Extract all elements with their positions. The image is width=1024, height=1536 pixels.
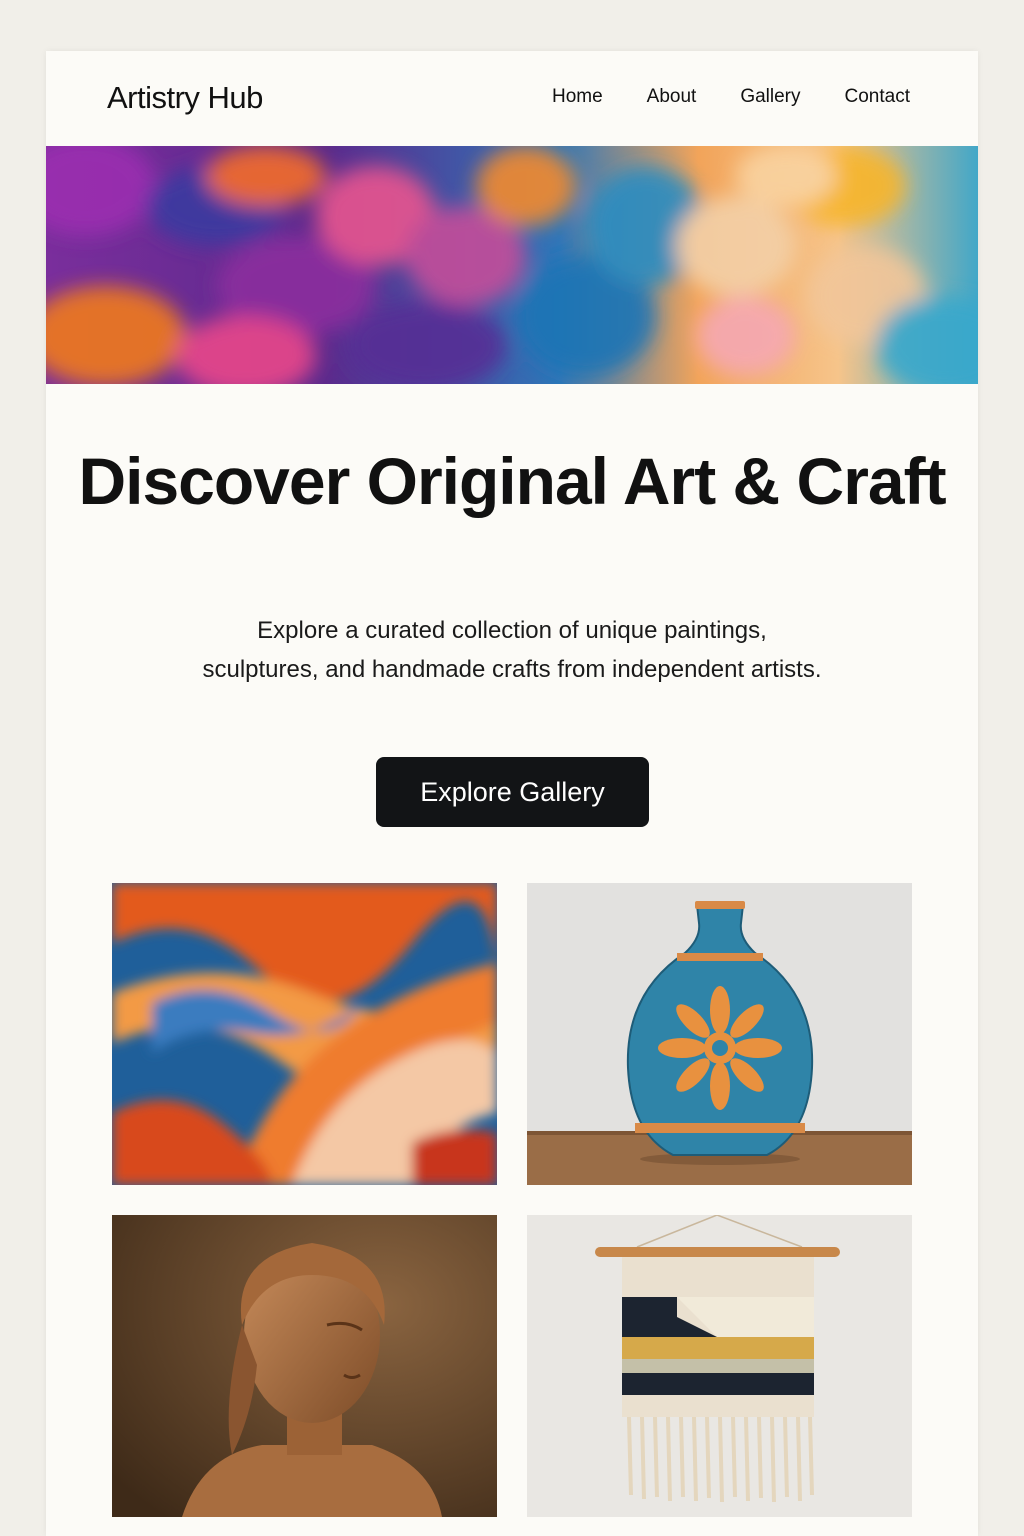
- sculpture-bust-image[interactable]: [112, 1215, 497, 1517]
- nav-about[interactable]: About: [647, 86, 697, 108]
- explore-gallery-button[interactable]: Explore Gallery: [376, 757, 649, 827]
- main-nav: Home About Gallery Contact: [552, 86, 910, 108]
- site-header: Artistry Hub Home About Gallery Contact: [46, 51, 978, 146]
- woven-wall-hanging-image[interactable]: [527, 1215, 912, 1517]
- hero-title: Discover Original Art & Craft: [78, 444, 946, 518]
- nav-gallery[interactable]: Gallery: [740, 86, 800, 108]
- abstract-painting-image[interactable]: [112, 883, 497, 1185]
- nav-contact[interactable]: Contact: [845, 86, 910, 108]
- hero-subtitle: Explore a curated collection of unique p…: [202, 617, 822, 683]
- page-card: Artistry Hub Home About Gallery Contact: [46, 51, 978, 1536]
- site-logo[interactable]: Artistry Hub: [107, 80, 263, 116]
- hero-banner-image: [46, 146, 978, 384]
- ceramic-vase-image[interactable]: [527, 883, 912, 1185]
- nav-home[interactable]: Home: [552, 86, 603, 108]
